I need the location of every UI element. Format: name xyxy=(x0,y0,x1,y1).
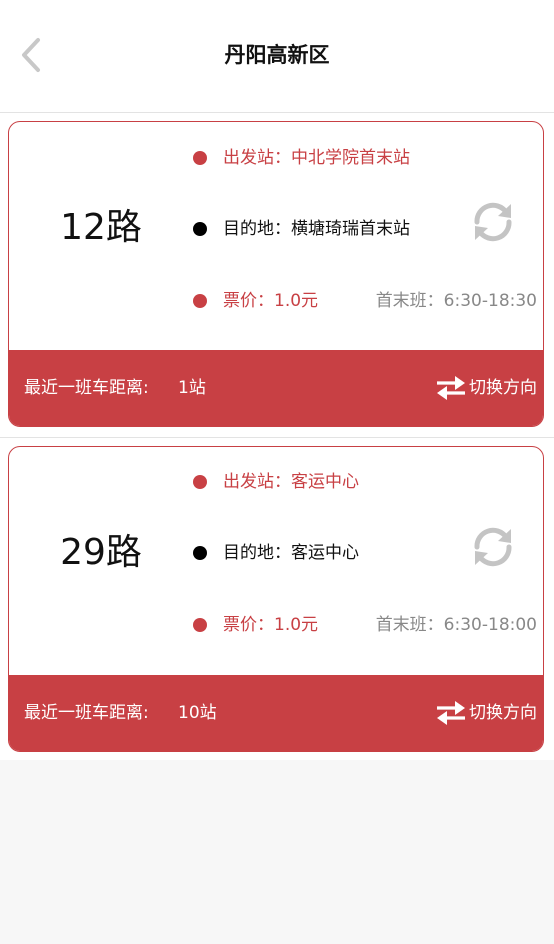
refresh-icon[interactable] xyxy=(469,523,517,571)
switch-direction-button[interactable]: 切换方向 xyxy=(435,697,537,729)
nearest-bus-distance: 1站 xyxy=(178,378,206,398)
schedule: 首末班：6:30-18:00 xyxy=(375,615,537,635)
origin-dot-icon xyxy=(193,151,207,165)
origin-dot-icon xyxy=(193,475,207,489)
route-card-wrapper: 29路 出发站：客运中心 目的地：客运中心 票价：1.0元 首末班：6:30-1… xyxy=(0,438,554,760)
destination-dot-icon xyxy=(193,222,207,236)
nearest-bus-distance: 10站 xyxy=(178,703,217,723)
route-name: 29路 xyxy=(60,532,142,573)
app-header: 丹阳高新区 xyxy=(0,0,554,113)
fare: 票价：1.0元 xyxy=(223,615,319,635)
route-footer: 最近一班车距离: 10站 切换方向 xyxy=(9,675,543,751)
refresh-icon[interactable] xyxy=(469,198,517,246)
switch-direction-icon xyxy=(437,701,465,725)
destination-dot-icon xyxy=(193,546,207,560)
fare-dot-icon xyxy=(193,618,207,632)
schedule: 首末班：6:30-18:30 xyxy=(375,291,537,311)
nearest-bus-label: 最近一班车距离: xyxy=(24,703,149,723)
switch-direction-icon xyxy=(437,376,465,400)
fare: 票价：1.0元 xyxy=(223,291,319,311)
route-footer: 最近一班车距离: 1站 切换方向 xyxy=(9,350,543,426)
route-card[interactable]: 12路 出发站：中北学院首末站 目的地：横塘琦瑞首末站 票价：1.0元 首末班：… xyxy=(8,121,544,427)
switch-direction-label: 切换方向 xyxy=(469,703,537,723)
fare-dot-icon xyxy=(193,294,207,308)
origin-station: 出发站：中北学院首末站 xyxy=(223,148,410,168)
origin-station: 出发站：客运中心 xyxy=(223,472,359,492)
destination-station: 目的地：客运中心 xyxy=(223,543,359,563)
nearest-bus-label: 最近一班车距离: xyxy=(24,378,149,398)
route-card[interactable]: 29路 出发站：客运中心 目的地：客运中心 票价：1.0元 首末班：6:30-1… xyxy=(8,446,544,752)
page-title: 丹阳高新区 xyxy=(224,43,330,67)
route-name: 12路 xyxy=(60,207,142,248)
switch-direction-button[interactable]: 切换方向 xyxy=(435,372,537,404)
switch-direction-label: 切换方向 xyxy=(469,378,537,398)
destination-station: 目的地：横塘琦瑞首末站 xyxy=(223,219,410,239)
route-card-wrapper: 12路 出发站：中北学院首末站 目的地：横塘琦瑞首末站 票价：1.0元 首末班：… xyxy=(0,113,554,438)
